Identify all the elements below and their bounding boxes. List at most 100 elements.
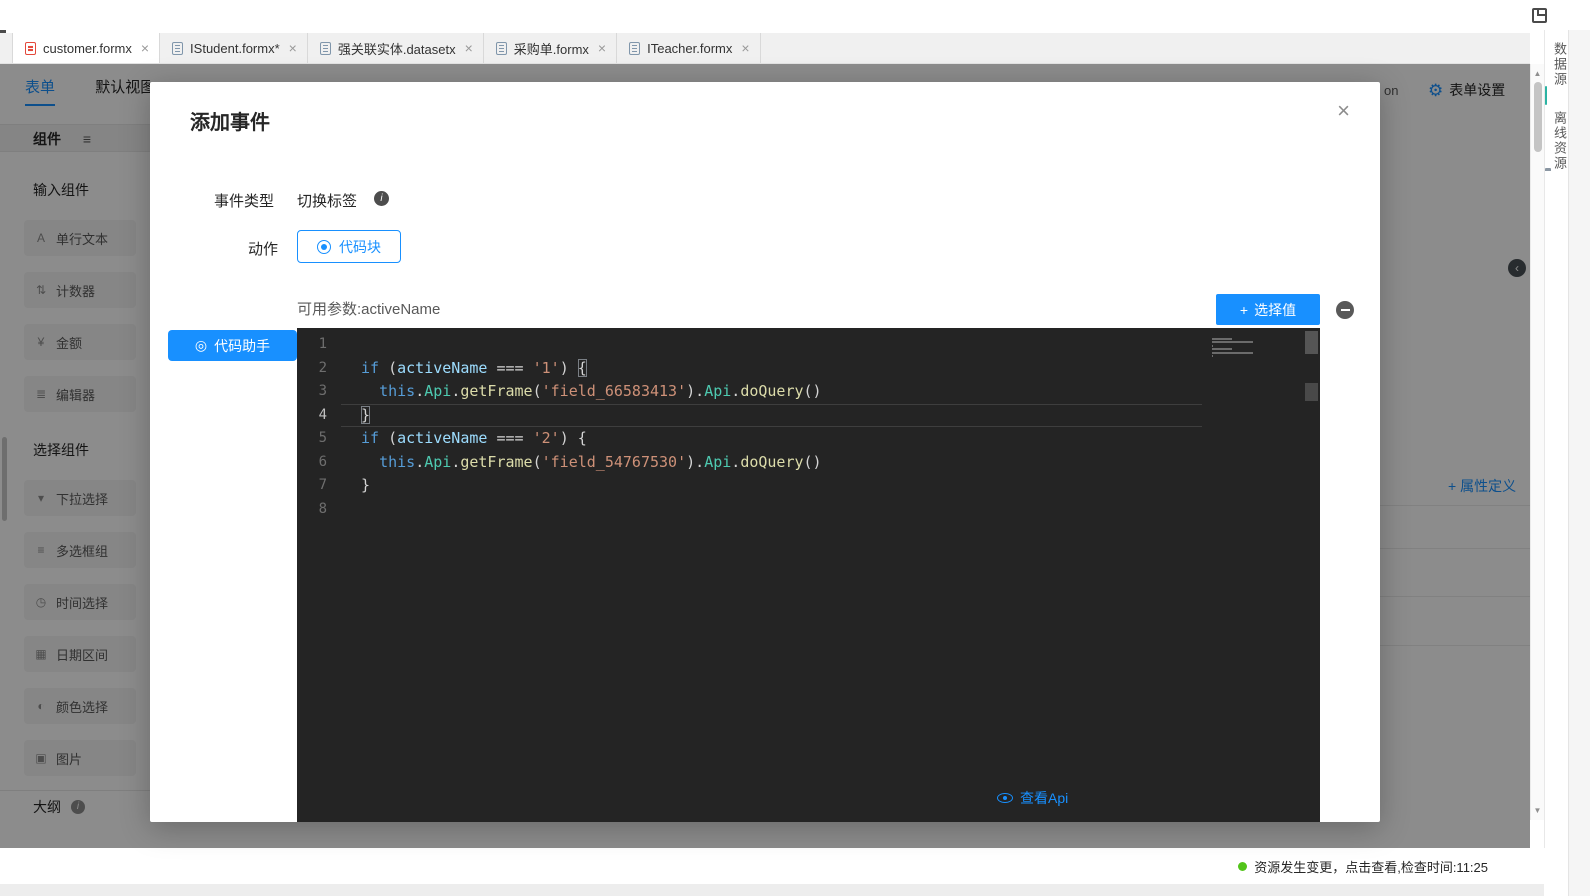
assistant-icon: ◎ xyxy=(195,337,207,354)
code-token: === xyxy=(496,359,523,377)
tab-close-icon[interactable]: × xyxy=(465,40,473,56)
add-event-modal: 添加事件 × 事件类型 切换标签 i 动作 代码块 可用参数:activeNam… xyxy=(150,82,1380,822)
code-editor[interactable]: 12if (activeName === '1') {3 this.Api.ge… xyxy=(297,328,1320,822)
code-token: activeName xyxy=(397,359,487,377)
minimap xyxy=(1212,334,1258,362)
code-line[interactable]: 1 xyxy=(297,333,1320,357)
close-icon[interactable]: × xyxy=(1337,100,1350,122)
dataset-file-icon xyxy=(320,42,331,55)
view-api-link[interactable]: 查看Api xyxy=(997,788,1068,808)
code-line[interactable]: 3 this.Api.getFrame('field_66583413').Ap… xyxy=(297,380,1320,404)
scroll-up-icon[interactable]: ▲ xyxy=(1531,69,1544,78)
code-line[interactable]: 7} xyxy=(297,474,1320,498)
code-line-content xyxy=(341,333,1202,357)
rail-item-datasource[interactable]: 数据源 xyxy=(1550,42,1569,87)
remove-action-icon[interactable] xyxy=(1336,301,1354,319)
file-tab-label: IStudent.formx* xyxy=(190,41,280,56)
minimap-line xyxy=(1212,345,1213,347)
topbar xyxy=(0,0,1590,33)
tab-close-icon[interactable]: × xyxy=(598,40,606,56)
code-token: if xyxy=(361,429,379,447)
line-number: 1 xyxy=(297,333,341,357)
code-token: ( xyxy=(533,453,542,471)
line-number: 4 xyxy=(297,404,341,428)
info-icon: i xyxy=(374,191,389,206)
code-token: ( xyxy=(379,429,397,447)
file-tab[interactable]: 强关联实体.datasetx× xyxy=(308,33,484,63)
code-line[interactable]: 8 xyxy=(297,498,1320,522)
code-token: { xyxy=(578,359,587,377)
minimap-line xyxy=(1212,355,1213,357)
file-tab-label: ITeacher.formx xyxy=(647,41,732,56)
line-number: 6 xyxy=(297,451,341,475)
code-token: 'field_54767530' xyxy=(542,453,687,471)
line-number: 8 xyxy=(297,498,341,522)
scroll-down-icon[interactable]: ▼ xyxy=(1531,806,1544,815)
tab-close-icon[interactable]: × xyxy=(141,40,149,56)
code-token: ( xyxy=(533,382,542,400)
code-line[interactable]: 6 this.Api.getFrame('field_54767530').Ap… xyxy=(297,451,1320,475)
event-type-value[interactable]: 切换标签 xyxy=(297,190,357,211)
code-block-label: 代码块 xyxy=(339,237,381,257)
page-scrollbar[interactable]: ▲ ▼ xyxy=(1530,64,1544,820)
action-label: 动作 xyxy=(248,238,278,259)
code-line-content: } xyxy=(341,474,1202,498)
code-assistant-label: 代码助手 xyxy=(214,336,270,356)
modal-title: 添加事件 xyxy=(190,106,270,135)
code-assistant-button[interactable]: ◎ 代码助手 xyxy=(168,330,297,361)
code-token xyxy=(524,429,533,447)
code-token: () xyxy=(804,453,822,471)
code-token: Api xyxy=(704,453,731,471)
file-tab[interactable]: IStudent.formx* × xyxy=(160,33,308,63)
code-token: this xyxy=(379,453,415,471)
file-tab-label: 采购单.formx xyxy=(514,39,589,58)
code-token: getFrame xyxy=(460,382,532,400)
code-line-content: this.Api.getFrame('field_54767530').Api.… xyxy=(341,451,1202,475)
scrollbar-thumb[interactable] xyxy=(1534,82,1542,152)
plus-icon: + xyxy=(1240,302,1248,318)
code-token: . xyxy=(451,453,460,471)
status-dot-icon xyxy=(1238,862,1247,871)
save-button[interactable] xyxy=(1528,4,1550,26)
code-token: . xyxy=(415,453,424,471)
minimap-line xyxy=(1212,341,1253,343)
code-line-content: } xyxy=(341,404,1202,428)
code-token xyxy=(361,453,379,471)
code-token: Api xyxy=(424,453,451,471)
code-token: Api xyxy=(424,382,451,400)
file-tab[interactable]: customer.formx × xyxy=(12,33,160,63)
tab-close-icon[interactable]: × xyxy=(289,40,297,56)
code-token xyxy=(361,382,379,400)
minimap-line xyxy=(1212,348,1232,350)
file-tab[interactable]: 采购单.formx × xyxy=(484,33,617,63)
code-token: ) xyxy=(686,453,695,471)
editor-scrollbar-thumb[interactable] xyxy=(1305,331,1318,354)
code-token: . xyxy=(695,382,704,400)
overview-ruler-mark xyxy=(1305,383,1318,401)
select-value-button[interactable]: + 选择值 xyxy=(1216,294,1320,325)
code-line[interactable]: 5if (activeName === '2') { xyxy=(297,427,1320,451)
app-window: customer.formx×IStudent.formx*×强关联实体.dat… xyxy=(0,0,1590,896)
code-line[interactable]: 4} xyxy=(297,404,1320,428)
code-token: . xyxy=(731,382,740,400)
code-token: activeName xyxy=(397,429,487,447)
file-tab-label: customer.formx xyxy=(43,41,132,56)
rail-item-offline-resources[interactable]: 离线资源 xyxy=(1550,111,1569,171)
code-token: doQuery xyxy=(740,453,803,471)
line-number: 5 xyxy=(297,427,341,451)
code-token: . xyxy=(451,382,460,400)
save-icon xyxy=(1532,8,1547,23)
code-line[interactable]: 2if (activeName === '1') { xyxy=(297,357,1320,381)
code-block-button[interactable]: 代码块 xyxy=(297,230,401,263)
file-tab[interactable]: ITeacher.formx × xyxy=(617,33,760,63)
status-message[interactable]: 资源发生变更，点击查看,检查时间:11:25 xyxy=(1254,857,1488,876)
available-params-label: 可用参数:activeName xyxy=(297,298,440,319)
code-token: === xyxy=(496,429,523,447)
right-gutter xyxy=(1568,30,1590,896)
code-line-content: if (activeName === '1') { xyxy=(341,357,1202,381)
code-token xyxy=(524,359,533,377)
code-token: this xyxy=(379,382,415,400)
eye-icon xyxy=(997,793,1013,803)
code-token: ) xyxy=(686,382,695,400)
tab-close-icon[interactable]: × xyxy=(741,40,749,56)
